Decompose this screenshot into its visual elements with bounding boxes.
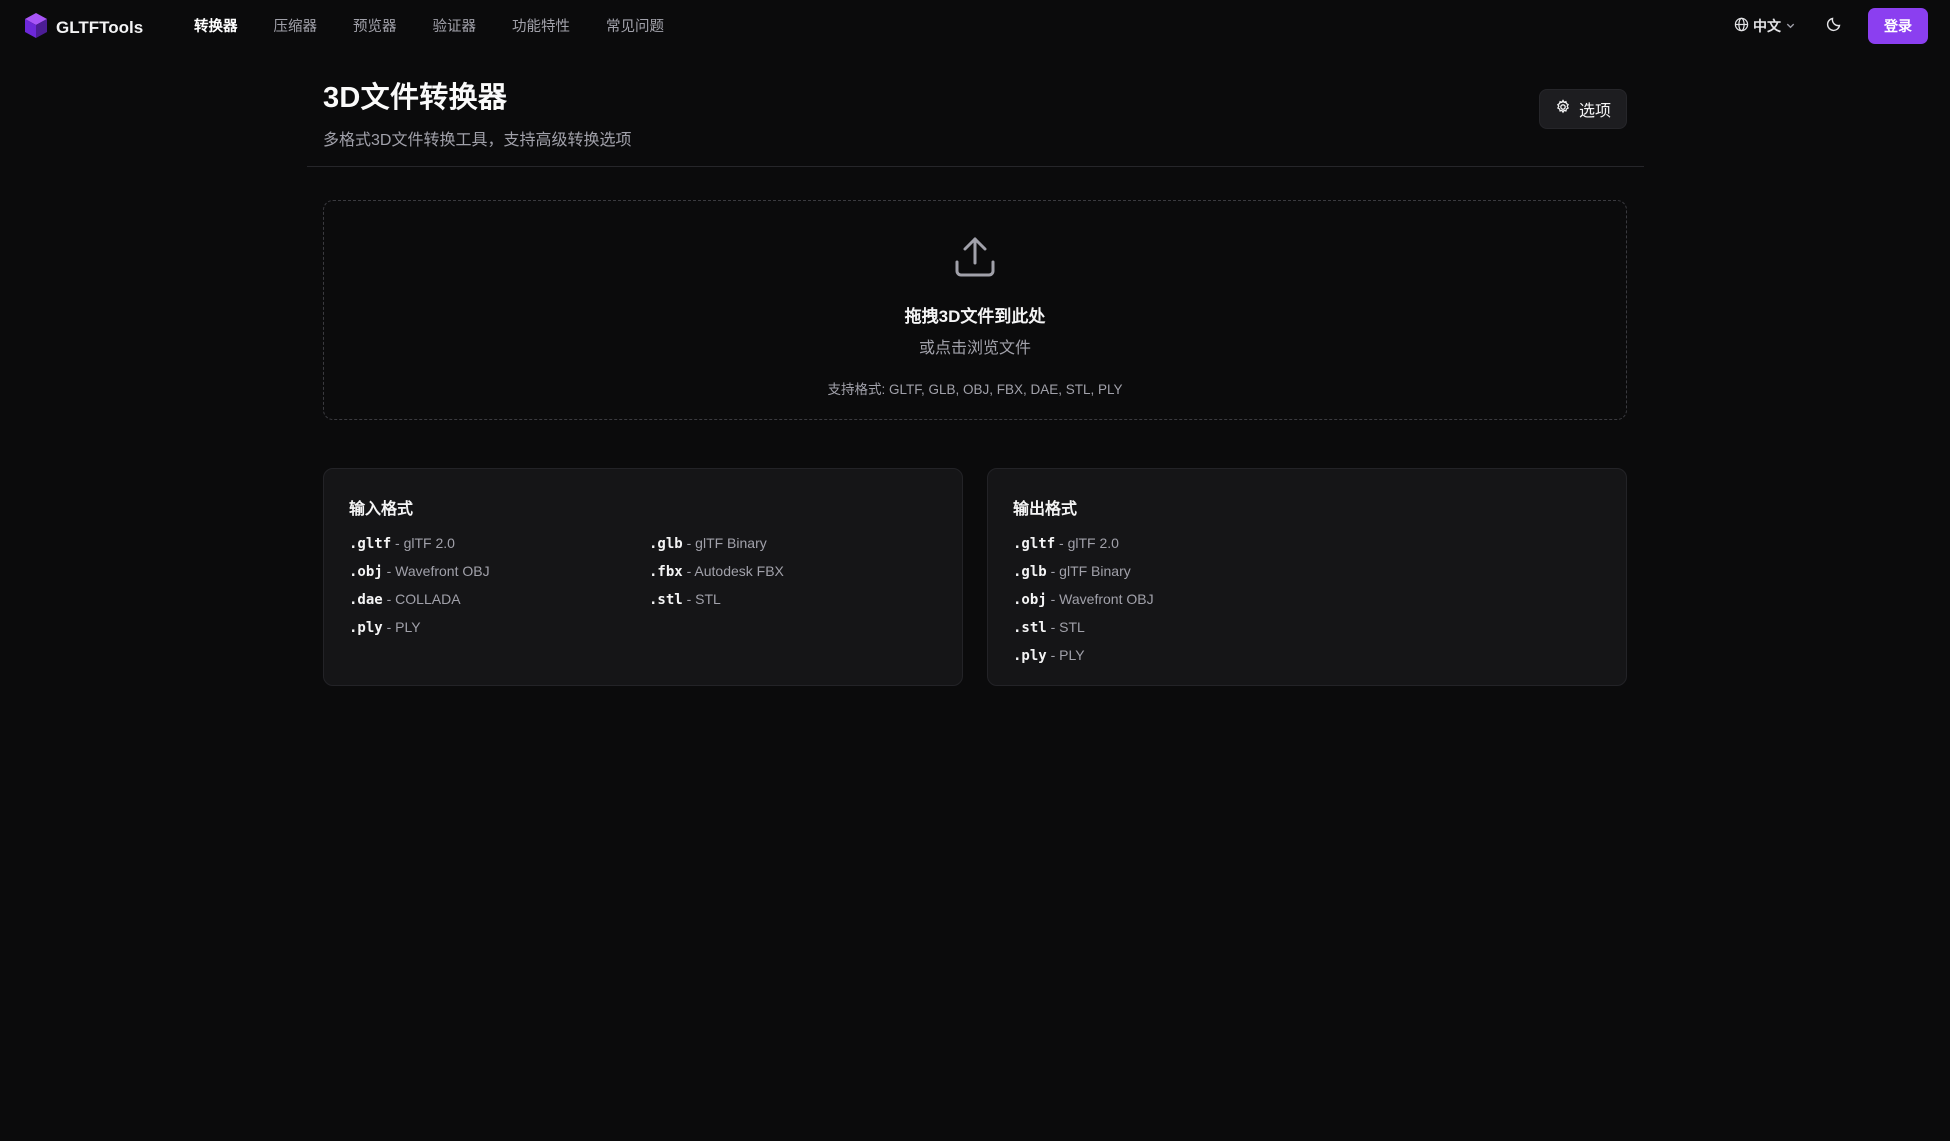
login-button[interactable]: 登录 [1868, 8, 1928, 44]
options-label: 选项 [1578, 103, 1611, 120]
list-item: .fbx - Autodesk FBX [649, 563, 784, 580]
file-dropzone[interactable]: 拖拽3D文件到此处 或点击浏览文件 支持格式: GLTF, GLB, OBJ, … [323, 200, 1627, 420]
list-item: .obj - Wavefront OBJ [1013, 591, 1154, 608]
output-formats-card: 输出格式 .gltf - glTF 2.0 .glb - glTF Binary… [987, 468, 1627, 686]
input-formats-list: .gltf - glTF 2.0 .glb - glTF Binary .obj… [349, 529, 937, 641]
list-item: .obj - Wavefront OBJ [349, 563, 490, 580]
cube-logo-icon [22, 11, 50, 44]
dropzone-title: 拖拽3D文件到此处 [904, 307, 1046, 326]
page-header: 3D文件转换器 多格式3D文件转换工具，支持高级转换选项 [323, 74, 631, 150]
nav-actions: 中文 登录 [1734, 8, 1928, 44]
brand[interactable]: GLTFTools [22, 11, 143, 44]
chevron-down-icon [1785, 18, 1796, 34]
nav-link-faq[interactable]: 常见问题 [606, 15, 664, 36]
main-nav: 转换器 压缩器 预览器 验证器 功能特性 常见问题 [194, 0, 700, 50]
input-formats-card: 输入格式 .gltf - glTF 2.0 .glb - glTF Binary… [323, 468, 963, 686]
page-title: 3D文件转换器 [323, 82, 508, 114]
input-formats-title: 输入格式 [349, 501, 414, 518]
language-switcher[interactable]: 中文 [1734, 16, 1796, 36]
list-item: .gltf - glTF 2.0 [349, 535, 455, 552]
globe-icon [1734, 17, 1749, 35]
supported-formats: 支持格式: GLTF, GLB, OBJ, FBX, DAE, STL, PLY [827, 382, 1123, 397]
page-subtitle: 多格式3D文件转换工具，支持高级转换选项 [323, 132, 632, 149]
brand-name: GLTFTools [56, 17, 144, 37]
list-item: .glb - glTF Binary [649, 535, 767, 552]
moon-icon [1826, 16, 1842, 37]
list-item: .stl - STL [1013, 619, 1085, 636]
output-formats-title: 输出格式 [1013, 501, 1078, 518]
list-item: .ply - PLY [349, 619, 421, 636]
nav-link-converter[interactable]: 转换器 [194, 15, 238, 36]
options-button[interactable]: 选项 [1539, 89, 1627, 129]
language-label: 中文 [1753, 18, 1781, 34]
list-item: .dae - COLLADA [349, 591, 461, 608]
nav-link-compressor[interactable]: 压缩器 [274, 15, 318, 36]
nav-link-viewer[interactable]: 预览器 [353, 15, 397, 36]
nav-link-validator[interactable]: 验证器 [433, 15, 477, 36]
dropzone-subtitle: 或点击浏览文件 [918, 340, 1031, 357]
upload-icon [953, 235, 997, 284]
list-item: .gltf - glTF 2.0 [1013, 535, 1119, 552]
list-item: .stl - STL [649, 591, 721, 608]
output-formats-list: .gltf - glTF 2.0 .glb - glTF Binary .obj… [1013, 529, 1601, 669]
list-item: .glb - glTF Binary [1013, 563, 1131, 580]
gear-icon [1555, 98, 1571, 120]
header-divider [307, 166, 1644, 167]
list-item: .ply - PLY [1013, 647, 1085, 664]
top-navbar: GLTFTools 转换器 压缩器 预览器 验证器 功能特性 常见问题 中文 登… [0, 0, 1950, 50]
nav-link-features[interactable]: 功能特性 [512, 15, 570, 36]
theme-toggle[interactable] [1826, 16, 1842, 37]
